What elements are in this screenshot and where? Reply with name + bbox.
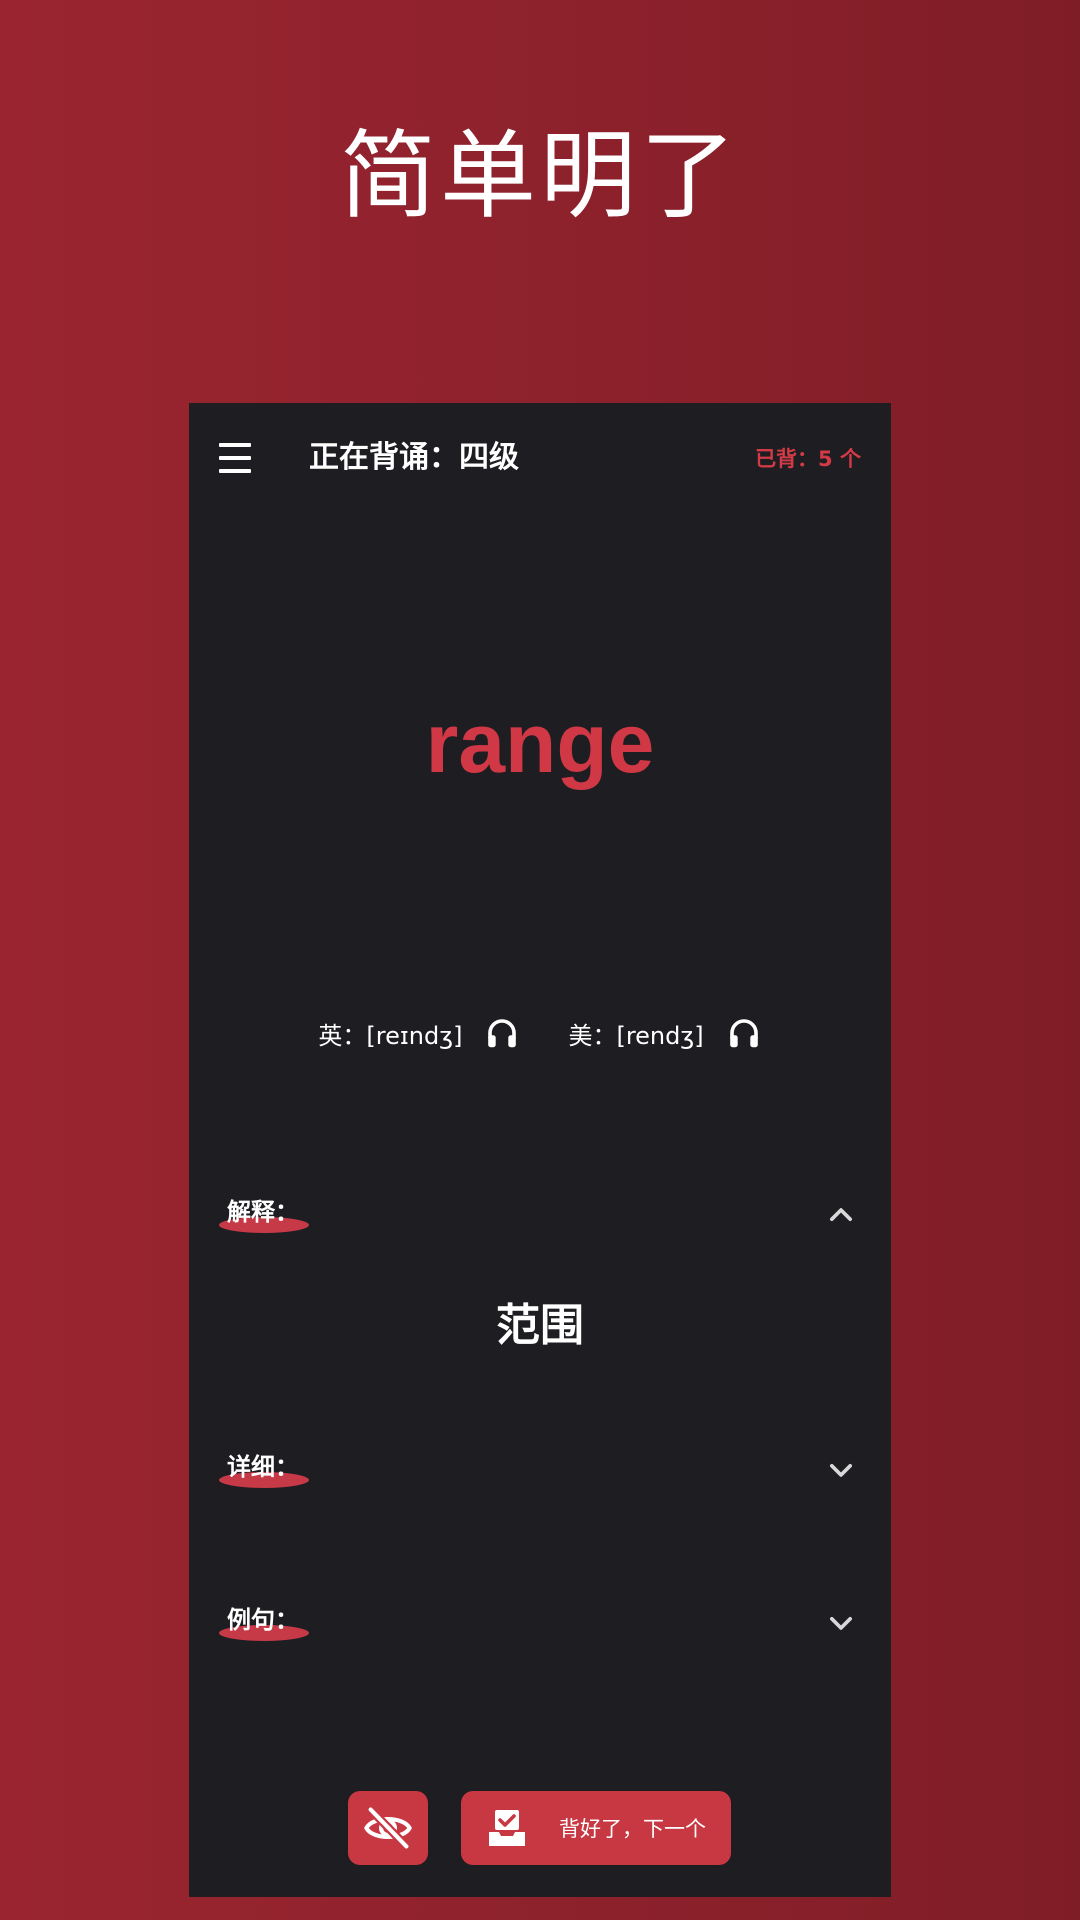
meaning-section-header[interactable]: 解释： — [219, 1191, 861, 1241]
examples-section-header[interactable]: 例句： — [219, 1599, 861, 1649]
headphones-icon[interactable] — [484, 1015, 520, 1051]
next-word-button[interactable]: 背好了，下一个 — [461, 1791, 731, 1865]
detail-section-label: 详细： — [219, 1446, 309, 1496]
current-word: range — [425, 696, 655, 790]
learned-count: 已背：5 个 — [755, 447, 861, 471]
menu-icon[interactable] — [219, 443, 251, 473]
pronunciation-us-label: 美：[rendʒ] — [568, 1021, 704, 1050]
next-word-label: 背好了，下一个 — [559, 1817, 706, 1841]
chevron-down-icon[interactable] — [821, 1450, 861, 1490]
hide-meaning-button[interactable] — [348, 1791, 428, 1865]
chevron-down-icon[interactable] — [821, 1603, 861, 1643]
meaning-content: 范围 — [496, 1300, 584, 1351]
headphones-icon[interactable] — [726, 1015, 762, 1051]
detail-label-text: 详细： — [227, 1453, 299, 1481]
reciting-status: 正在背诵：四级 — [309, 440, 519, 475]
pronunciation-uk: 英：[reɪndʒ] — [318, 1015, 520, 1051]
meaning-section-label: 解释： — [219, 1191, 309, 1241]
pronunciation-us: 美：[rendʒ] — [568, 1015, 761, 1051]
pronunciation-uk-label: 英：[reɪndʒ] — [318, 1021, 463, 1050]
app-screen: 正在背诵：四级 已背：5 个 range 英：[reɪndʒ] 美：[rendʒ… — [189, 403, 891, 1897]
inbox-check-icon — [489, 1810, 525, 1846]
meaning-label-text: 解释： — [227, 1198, 299, 1226]
promo-headline: 简单明了 — [340, 120, 740, 232]
examples-label-text: 例句： — [227, 1606, 299, 1634]
pronunciation-row: 英：[reɪndʒ] 美：[rendʒ] — [189, 1003, 891, 1063]
chevron-up-icon[interactable] — [821, 1195, 861, 1235]
eye-off-icon — [364, 1806, 412, 1850]
detail-section-header[interactable]: 详细： — [219, 1446, 861, 1496]
examples-section-label: 例句： — [219, 1599, 309, 1649]
